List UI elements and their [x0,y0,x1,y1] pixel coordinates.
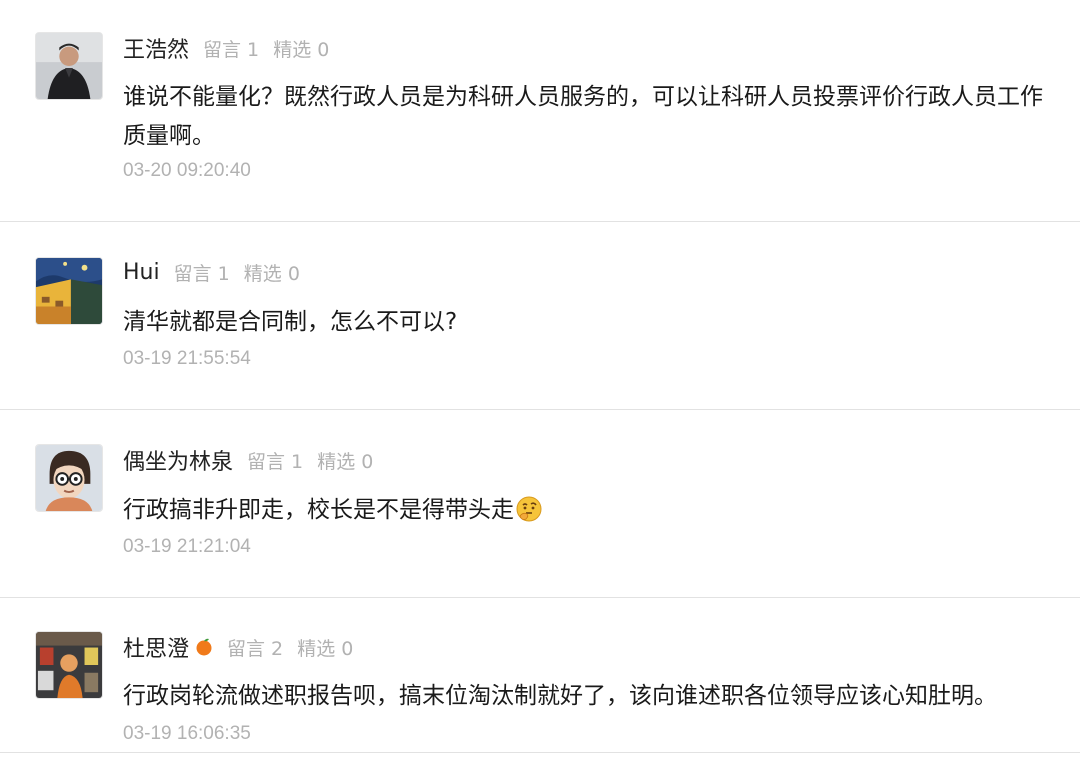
reply-count: 留言 1 [203,38,260,61]
comment-stats: 留言 1 精选 0 [203,35,329,62]
comment-text: 谁说不能量化？既然行政人员是为科研人员服务的，可以让科研人员投票评价行政人员工作… [123,84,1043,149]
comment-timestamp: 03-19 21:55:54 [123,348,251,369]
comment-text: 行政岗轮流做述职报告呗，搞末位淘汰制就好了，该向谁述职各位领导应该心知肚明。 [123,683,997,709]
comment-item: 王浩然 留言 1 精选 0 谁说不能量化？既然行政人员是为科研人员服务的，可以让… [0,0,1080,222]
comment-text: 行政搞非升即走，校长是不是得带头走 [123,497,514,523]
comment-timestamp: 03-19 16:06:35 [123,723,251,744]
thinking-face-icon [516,496,542,522]
comment-item: 偶坐为林泉 留言 1 精选 0 行政搞非升即走，校长是不是得带头走 03-19 … [0,410,1080,598]
comment-text-container: 行政搞非升即走，校长是不是得带头走 [123,491,1053,530]
commenter-name[interactable]: Hui [123,260,160,285]
comment-list: 王浩然 留言 1 精选 0 谁说不能量化？既然行政人员是为科研人员服务的，可以让… [0,0,1080,771]
reply-count: 留言 1 [247,450,304,473]
commenter-name[interactable]: 王浩然 [123,32,189,64]
painting-avatar-icon[interactable] [35,257,103,325]
commenter-name[interactable]: 偶坐为林泉 [123,444,233,476]
person-portrait-icon[interactable] [35,32,103,100]
photo-avatar-icon[interactable] [35,631,103,699]
reply-count: 留言 1 [173,262,230,285]
reply-count: 留言 2 [227,637,284,660]
cartoon-avatar-icon[interactable] [35,444,103,512]
comment-stats: 留言 1 精选 0 [247,447,373,474]
orange-icon [196,638,212,656]
comment-stats: 留言 2 精选 0 [227,634,353,661]
featured-count: 精选 0 [273,38,330,61]
comment-item: 杜思澄 留言 2 精选 0 行政岗轮流做述职报告呗，搞末位淘汰制就好了，该向谁述… [0,598,1080,753]
comment-stats: 留言 1 精选 0 [174,259,300,286]
featured-count: 精选 0 [297,637,354,660]
comment-timestamp: 03-19 21:21:04 [123,536,251,557]
featured-count: 精选 0 [243,262,300,285]
commenter-name[interactable]: 杜思澄 [123,631,189,663]
featured-count: 精选 0 [317,450,374,473]
comment-item: Hui 留言 1 精选 0 清华就都是合同制，怎么不可以? 03-19 21:5… [0,222,1080,410]
comment-text: 清华就都是合同制，怎么不可以? [123,309,458,335]
comment-timestamp: 03-20 09:20:40 [123,160,251,181]
